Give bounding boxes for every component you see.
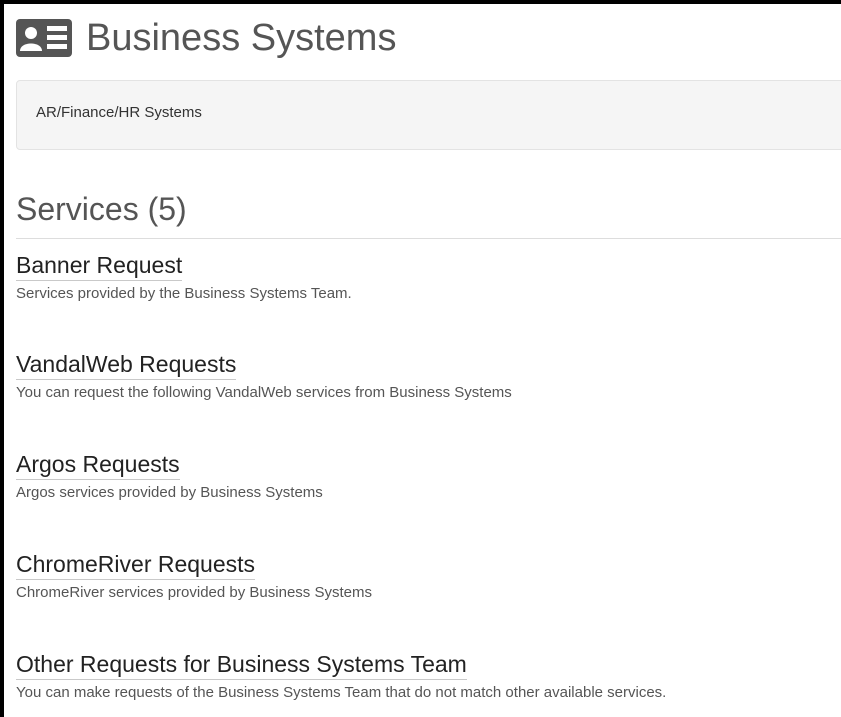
service-description: Argos services provided by Business Syst… [16, 484, 323, 501]
category-label: AR/Finance/HR Systems [36, 104, 202, 121]
service-description: Services provided by the Business System… [16, 285, 352, 302]
page-title: Business Systems [86, 17, 397, 59]
service-item-argos: Argos Requests Argos services provided b… [16, 450, 841, 501]
service-item-vandalweb: VandalWeb Requests You can request the f… [16, 350, 841, 401]
page-frame: Business Systems AR/Finance/HR Systems S… [0, 0, 841, 717]
service-link-chromeriver[interactable]: ChromeRiver Requests [16, 550, 256, 580]
service-link-banner[interactable]: Banner Request [16, 251, 183, 281]
heading-divider [16, 238, 841, 239]
service-link-argos[interactable]: Argos Requests [16, 450, 180, 480]
service-item-banner: Banner Request Services provided by the … [16, 251, 841, 302]
services-heading: Services (5) [16, 191, 187, 227]
service-description: ChromeRiver services provided by Busines… [16, 584, 372, 601]
service-description: You can make requests of the Business Sy… [16, 684, 667, 701]
service-item-other: Other Requests for Business Systems Team… [16, 650, 841, 701]
service-item-chromeriver: ChromeRiver Requests ChromeRiver service… [16, 550, 841, 601]
page-header: Business Systems [16, 14, 396, 62]
id-card-icon [16, 19, 72, 57]
service-link-other[interactable]: Other Requests for Business Systems Team [16, 650, 467, 680]
category-well: AR/Finance/HR Systems [16, 80, 841, 150]
service-description: You can request the following VandalWeb … [16, 384, 512, 401]
service-link-vandalweb[interactable]: VandalWeb Requests [16, 350, 237, 380]
